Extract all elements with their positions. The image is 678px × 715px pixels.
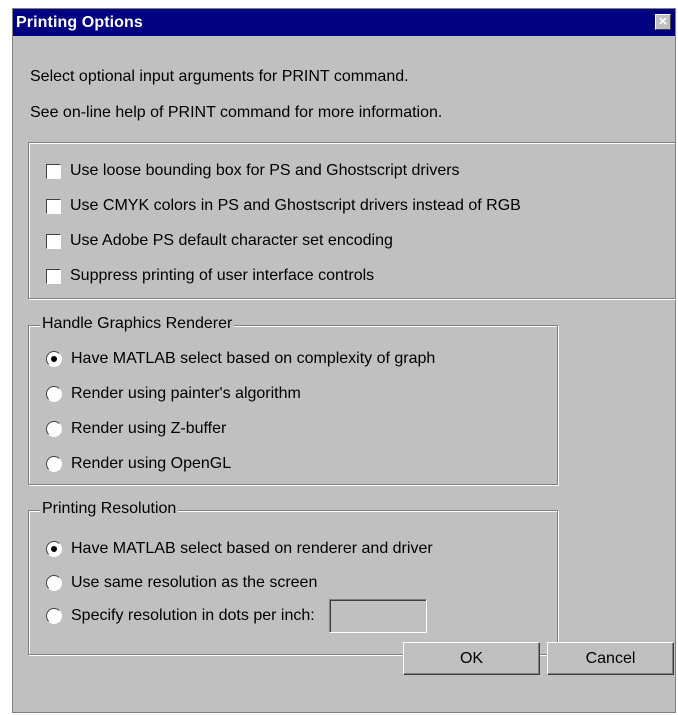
option-label: Use CMYK colors in PS and Ghostscript dr…: [70, 197, 521, 214]
option-label: Use Adobe PS default character set encod…: [70, 232, 393, 249]
option-adobe-ps-encoding[interactable]: Use Adobe PS default character set encod…: [46, 232, 393, 250]
cancel-button[interactable]: Cancel: [547, 642, 674, 675]
close-icon: ✕: [658, 15, 668, 28]
radio-button[interactable]: [46, 386, 62, 402]
radio-button[interactable]: [46, 421, 62, 437]
radio-button[interactable]: [46, 351, 62, 367]
resolution-option-auto[interactable]: Have MATLAB select based on renderer and…: [46, 540, 433, 558]
renderer-option-zbuffer[interactable]: Render using Z-buffer: [46, 420, 226, 438]
radio-label: Specify resolution in dots per inch:: [71, 607, 315, 624]
radio-label: Render using Z-buffer: [71, 420, 227, 437]
radio-label: Render using painter's algorithm: [71, 385, 301, 402]
dialog-title: Printing Options: [16, 14, 143, 31]
close-button[interactable]: ✕: [655, 14, 671, 30]
checkbox[interactable]: [46, 233, 61, 249]
description-line-2: See on-line help of PRINT command for mo…: [30, 104, 443, 121]
option-loose-bounding-box[interactable]: Use loose bounding box for PS and Ghosts…: [46, 162, 460, 180]
checkbox[interactable]: [46, 163, 61, 179]
title-bar: Printing Options ✕: [13, 9, 675, 36]
radio-label: Have MATLAB select based on complexity o…: [71, 350, 436, 367]
option-label: Use loose bounding box for PS and Ghosts…: [70, 162, 460, 179]
checkbox[interactable]: [46, 268, 61, 284]
renderer-option-painters[interactable]: Render using painter's algorithm: [46, 385, 301, 403]
resolution-option-custom[interactable]: Specify resolution in dots per inch:: [46, 599, 427, 633]
renderer-group: Handle Graphics Renderer Have MATLAB sel…: [28, 315, 558, 485]
printing-options-dialog: Printing Options ✕ Select optional input…: [12, 8, 676, 713]
print-options-group: Use loose bounding box for PS and Ghosts…: [28, 142, 676, 299]
resolution-group-title: Printing Resolution: [40, 500, 179, 518]
radio-button[interactable]: [46, 608, 62, 624]
renderer-option-opengl[interactable]: Render using OpenGL: [46, 455, 231, 473]
renderer-option-auto[interactable]: Have MATLAB select based on complexity o…: [46, 350, 435, 368]
description-line-1: Select optional input arguments for PRIN…: [30, 68, 409, 85]
radio-label: Use same resolution as the screen: [71, 574, 318, 591]
option-cmyk-colors[interactable]: Use CMYK colors in PS and Ghostscript dr…: [46, 197, 521, 215]
radio-button[interactable]: [46, 575, 62, 591]
radio-label: Render using OpenGL: [71, 455, 232, 472]
resolution-option-screen[interactable]: Use same resolution as the screen: [46, 574, 317, 592]
checkbox[interactable]: [46, 198, 61, 214]
radio-button[interactable]: [46, 456, 62, 472]
resolution-group: Printing Resolution Have MATLAB select b…: [28, 500, 558, 655]
dpi-input[interactable]: [328, 599, 427, 633]
option-suppress-ui-controls[interactable]: Suppress printing of user interface cont…: [46, 267, 374, 285]
option-label: Suppress printing of user interface cont…: [70, 267, 375, 284]
radio-button[interactable]: [46, 541, 62, 557]
radio-label: Have MATLAB select based on renderer and…: [71, 540, 433, 557]
renderer-group-title: Handle Graphics Renderer: [40, 315, 235, 333]
ok-button[interactable]: OK: [403, 642, 540, 675]
